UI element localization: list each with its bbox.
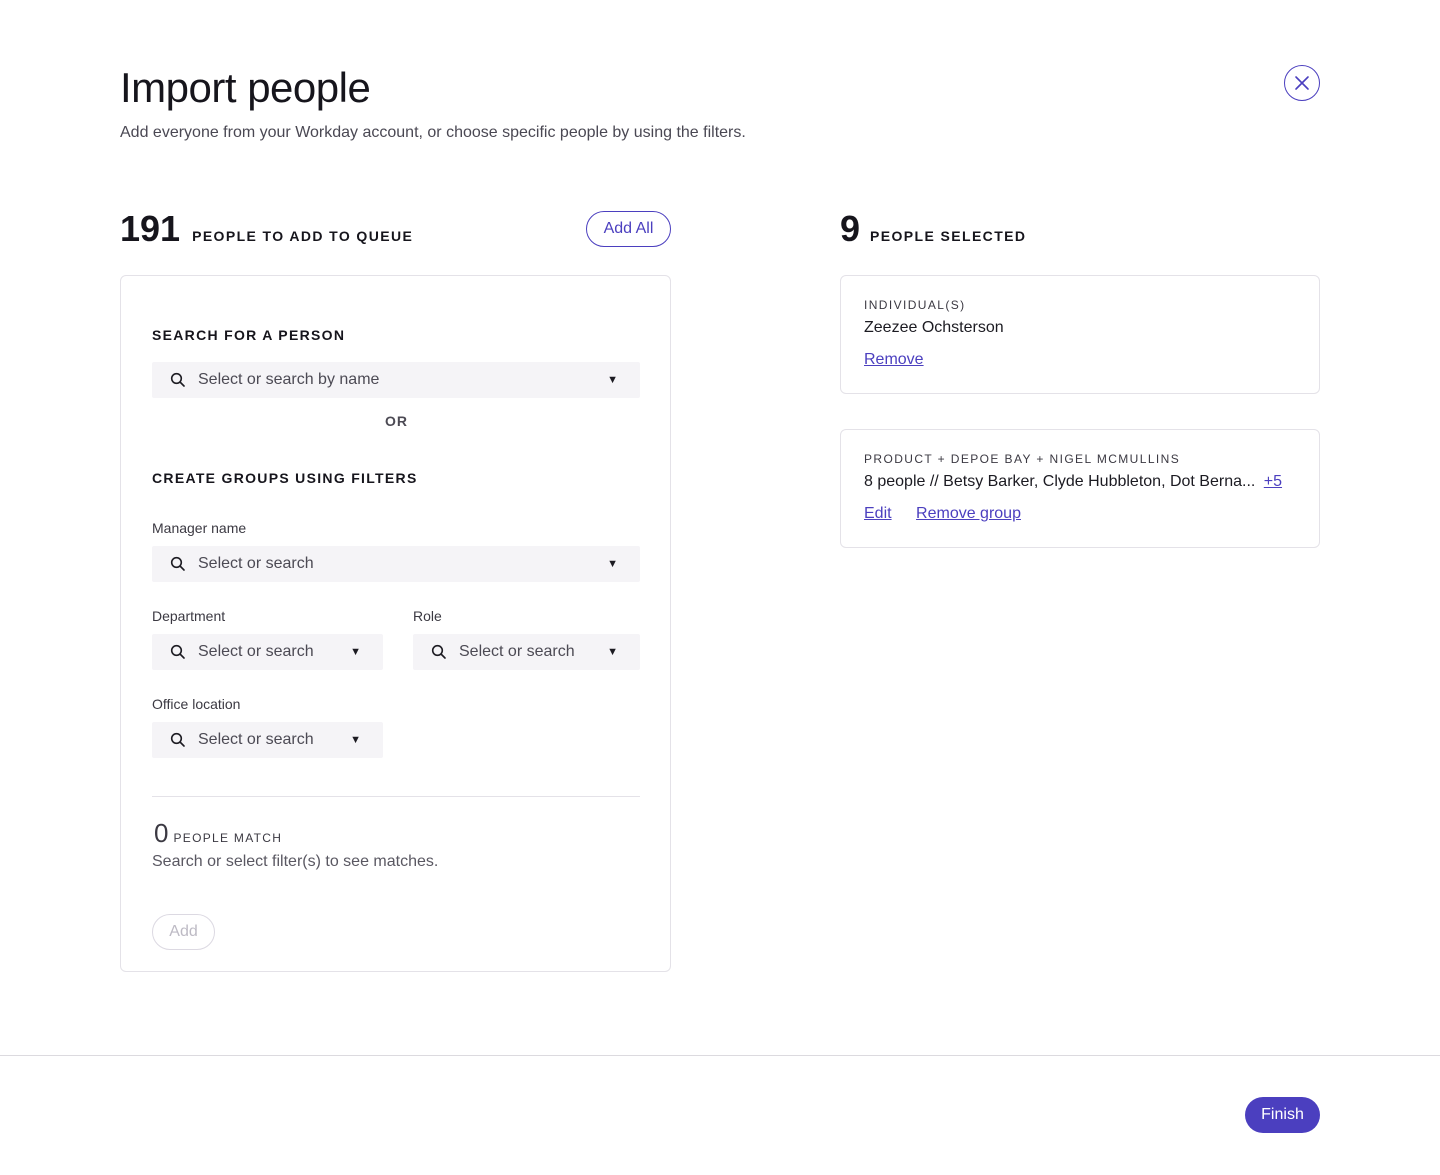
office-placeholder: Select or search [198,731,314,748]
add-all-button[interactable]: Add All [586,211,671,247]
chevron-down-icon: ▼ [607,374,618,386]
close-icon [1295,76,1309,90]
match-count-row: 0 PEOPLE MATCH [154,818,282,849]
department-label: Department [152,608,226,624]
individual-card: INDIVIDUAL(S) Zeezee Ochsterson Remove [840,275,1320,394]
search-icon [170,732,185,747]
match-hint: Search or select filter(s) to see matche… [152,853,439,870]
group-card: PRODUCT + DEPOE BAY + NIGEL MCMULLINS 8 … [840,429,1320,548]
role-placeholder: Select or search [459,643,575,660]
search-heading: SEARCH FOR A PERSON [152,327,346,343]
person-search-placeholder: Select or search by name [198,371,380,388]
page-title: Import people [120,64,371,111]
footer-divider [0,1055,1440,1056]
manager-select[interactable]: Select or search ▼ [152,546,640,582]
chevron-down-icon: ▼ [350,734,361,746]
queue-count-label: PEOPLE TO ADD TO QUEUE [192,228,414,244]
selected-count-label: PEOPLE SELECTED [870,228,1027,244]
edit-group-link[interactable]: Edit [864,505,892,522]
group-more-link[interactable]: +5 [1264,473,1282,490]
filters-heading: CREATE GROUPS USING FILTERS [152,470,418,486]
manager-placeholder: Select or search [198,555,314,572]
department-placeholder: Select or search [198,643,314,660]
selected-count: 9 [840,208,861,249]
remove-individual-link[interactable]: Remove [864,351,924,368]
match-label: PEOPLE MATCH [173,831,283,845]
role-select[interactable]: Select or search ▼ [413,634,640,670]
group-tag: PRODUCT + DEPOE BAY + NIGEL MCMULLINS [864,452,1181,466]
group-summary: 8 people // Betsy Barker, Clyde Hubbleto… [864,473,1256,490]
finish-button[interactable]: Finish [1245,1097,1320,1133]
individual-tag: INDIVIDUAL(S) [864,298,966,312]
remove-group-link[interactable]: Remove group [916,505,1021,522]
search-icon [170,372,185,387]
close-button[interactable] [1284,65,1320,101]
role-label: Role [413,608,442,624]
individual-name: Zeezee Ochsterson [864,319,1004,336]
queue-count: 191 [120,208,181,249]
or-separator: OR [385,413,408,429]
queue-count-header: 191 PEOPLE TO ADD TO QUEUE [120,208,413,250]
chevron-down-icon: ▼ [607,646,618,658]
office-label: Office location [152,696,241,712]
search-icon [170,556,185,571]
match-count: 0 [154,818,169,848]
person-search-select[interactable]: Select or search by name ▼ [152,362,640,398]
search-icon [170,644,185,659]
add-button[interactable]: Add [152,914,215,950]
search-icon [431,644,446,659]
chevron-down-icon: ▼ [607,558,618,570]
group-actions: Edit Remove group [864,505,1021,523]
panel-divider [152,796,640,797]
page-subtitle: Add everyone from your Workday account, … [120,124,746,141]
group-summary-row: 8 people // Betsy Barker, Clyde Hubbleto… [864,473,1282,491]
selected-count-header: 9 PEOPLE SELECTED [840,208,1026,250]
department-select[interactable]: Select or search ▼ [152,634,383,670]
office-select[interactable]: Select or search ▼ [152,722,383,758]
manager-label: Manager name [152,520,247,536]
chevron-down-icon: ▼ [350,646,361,658]
